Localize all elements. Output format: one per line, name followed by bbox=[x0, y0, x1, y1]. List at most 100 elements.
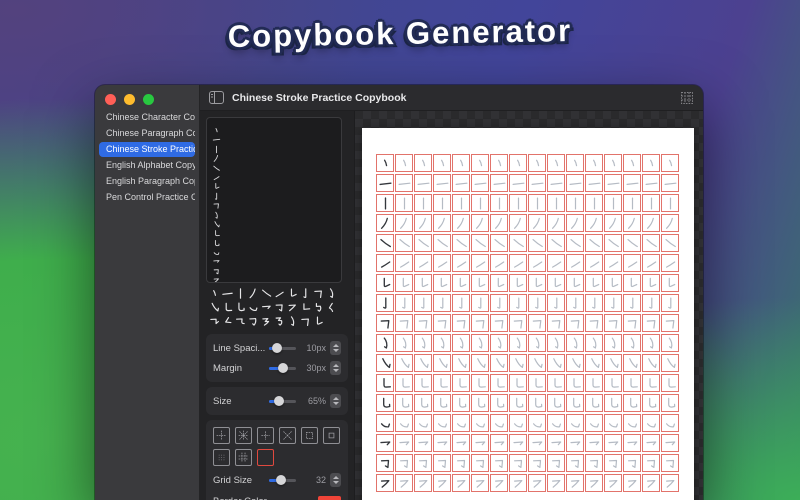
stroke-glyph-heng bbox=[607, 182, 619, 185]
dashed-grid-option[interactable] bbox=[301, 427, 318, 444]
stroke-glyph-shu-ti bbox=[535, 277, 542, 287]
stroke-glyph-wo-gou bbox=[513, 422, 523, 427]
x-grid-option[interactable] bbox=[279, 427, 296, 444]
trace-cell bbox=[585, 274, 603, 292]
stroke-glyph-shu-wan-gou bbox=[534, 397, 542, 408]
stroke-glyph-wo-gou bbox=[589, 422, 599, 427]
stroke-glyph-heng-pie bbox=[437, 479, 446, 488]
grid-size-slider[interactable] bbox=[269, 475, 296, 485]
trace-cell bbox=[623, 354, 641, 372]
line-spacing-stepper[interactable] bbox=[330, 341, 341, 355]
trace-cell bbox=[547, 274, 565, 292]
cross-grid-option[interactable] bbox=[257, 427, 274, 444]
trace-cell bbox=[414, 314, 432, 332]
trace-cell bbox=[452, 274, 470, 292]
stroke-glyph-xie-gou bbox=[590, 357, 600, 368]
stroke-glyph-shu bbox=[536, 197, 538, 209]
sidebar-item[interactable]: Chinese Character Cop... bbox=[99, 110, 195, 125]
canvas-area[interactable] bbox=[355, 111, 703, 500]
stroke-input-line bbox=[212, 272, 341, 282]
line-spacing-slider[interactable] bbox=[269, 343, 296, 353]
stroke-glyph-shu-gou bbox=[496, 297, 500, 309]
stroke-glyph-shu-wan bbox=[515, 377, 524, 388]
sidebar-item[interactable]: Chinese Paragraph Cop... bbox=[99, 126, 195, 141]
trace-cell bbox=[528, 454, 546, 472]
stroke-glyph-heng bbox=[626, 182, 638, 185]
stroke-glyph-xie-gou bbox=[514, 357, 524, 368]
stroke-glyph-heng-zhe-gou bbox=[418, 459, 427, 468]
app-overlay-title: Copybook Generator bbox=[227, 12, 573, 55]
trace-cell bbox=[433, 274, 451, 292]
stroke-glyph-shu-ti bbox=[290, 288, 297, 297]
stroke-glyph-shu-wan-gou bbox=[238, 302, 245, 312]
stroke-glyph-shu bbox=[479, 197, 481, 209]
dot-grid-icon bbox=[218, 454, 225, 461]
trace-cell bbox=[566, 414, 584, 432]
stroke-glyph-pie bbox=[532, 217, 540, 229]
stroke-glyph-dian bbox=[668, 159, 672, 166]
stroke-input-line bbox=[212, 178, 341, 190]
practice-row-na bbox=[376, 234, 680, 252]
trace-cell bbox=[604, 474, 622, 492]
trace-cell bbox=[642, 274, 660, 292]
minimize-button[interactable] bbox=[124, 94, 135, 105]
sidebar-item[interactable]: English Alphabet Copyb... bbox=[99, 158, 195, 173]
window-title: Chinese Stroke Practice Copybook bbox=[232, 91, 407, 104]
trace-cell bbox=[452, 234, 470, 252]
stroke-glyph-pie bbox=[665, 217, 673, 229]
trace-cell bbox=[604, 154, 622, 172]
stroke-glyph-shu-gou bbox=[667, 297, 671, 309]
margin-value: 30px bbox=[306, 363, 326, 373]
grid-view-icon[interactable] bbox=[681, 91, 693, 104]
stroke-glyph-wan-gou bbox=[611, 337, 615, 349]
practice-row-heng-zhe bbox=[376, 314, 680, 332]
plain-grid-option[interactable] bbox=[257, 449, 274, 466]
stroke-glyph-heng bbox=[550, 182, 562, 185]
settings-panel: Line Spaci... 10px Margin 30px Size 65% bbox=[200, 111, 355, 500]
margin-label: Margin bbox=[213, 362, 243, 374]
practice-row-heng-gou bbox=[376, 434, 680, 452]
stroke-glyph-heng bbox=[512, 182, 524, 185]
sidebar-item[interactable]: Chinese Stroke Practic... bbox=[99, 142, 195, 157]
border-color-swatch[interactable] bbox=[318, 496, 341, 500]
stroke-glyph-pie bbox=[249, 288, 256, 299]
tian-grid-option[interactable] bbox=[213, 427, 230, 444]
stroke-glyph-pie bbox=[589, 217, 597, 229]
size-stepper[interactable] bbox=[330, 394, 341, 408]
lead-cell bbox=[376, 234, 394, 252]
stroke-glyph-heng-gou bbox=[512, 440, 523, 445]
trace-cell bbox=[642, 374, 660, 392]
margin-slider[interactable] bbox=[269, 363, 296, 373]
trace-cell bbox=[585, 474, 603, 492]
mi-grid-option[interactable] bbox=[235, 427, 252, 444]
trace-cell bbox=[471, 394, 489, 412]
practice-row-shu-ti bbox=[376, 274, 680, 292]
stroke-glyph-shu-gou bbox=[553, 297, 557, 309]
zoom-button[interactable] bbox=[143, 94, 154, 105]
trace-cell bbox=[395, 454, 413, 472]
stroke-input[interactable] bbox=[206, 117, 342, 283]
trace-cell bbox=[471, 154, 489, 172]
fine-grid-option[interactable] bbox=[235, 449, 252, 466]
practice-row-ti bbox=[376, 254, 680, 272]
stroke-glyph-shu-wan bbox=[553, 377, 562, 388]
close-button[interactable] bbox=[105, 94, 116, 105]
sidebar-item[interactable]: Pen Control Practice C... bbox=[99, 190, 195, 205]
stroke-glyph-shu-gou bbox=[534, 297, 538, 309]
trace-cell bbox=[585, 254, 603, 272]
grid-size-stepper[interactable] bbox=[330, 473, 341, 487]
sidebar-toggle-icon[interactable] bbox=[209, 91, 224, 104]
sidebar-item[interactable]: English Paragraph Copy... bbox=[99, 174, 195, 189]
trace-cell bbox=[585, 214, 603, 232]
margin-stepper[interactable] bbox=[330, 361, 341, 375]
trace-cell bbox=[414, 214, 432, 232]
lead-cell bbox=[376, 254, 394, 272]
stroke-glyph-heng-zhe-gou bbox=[608, 459, 617, 468]
trace-cell bbox=[642, 414, 660, 432]
stroke-glyph-heng-pie bbox=[532, 479, 541, 488]
trace-cell bbox=[471, 354, 489, 372]
dot-grid-option[interactable] bbox=[213, 449, 230, 466]
stroke-glyph-na bbox=[512, 238, 524, 247]
hui-grid-option[interactable] bbox=[323, 427, 340, 444]
size-slider[interactable] bbox=[269, 396, 296, 406]
